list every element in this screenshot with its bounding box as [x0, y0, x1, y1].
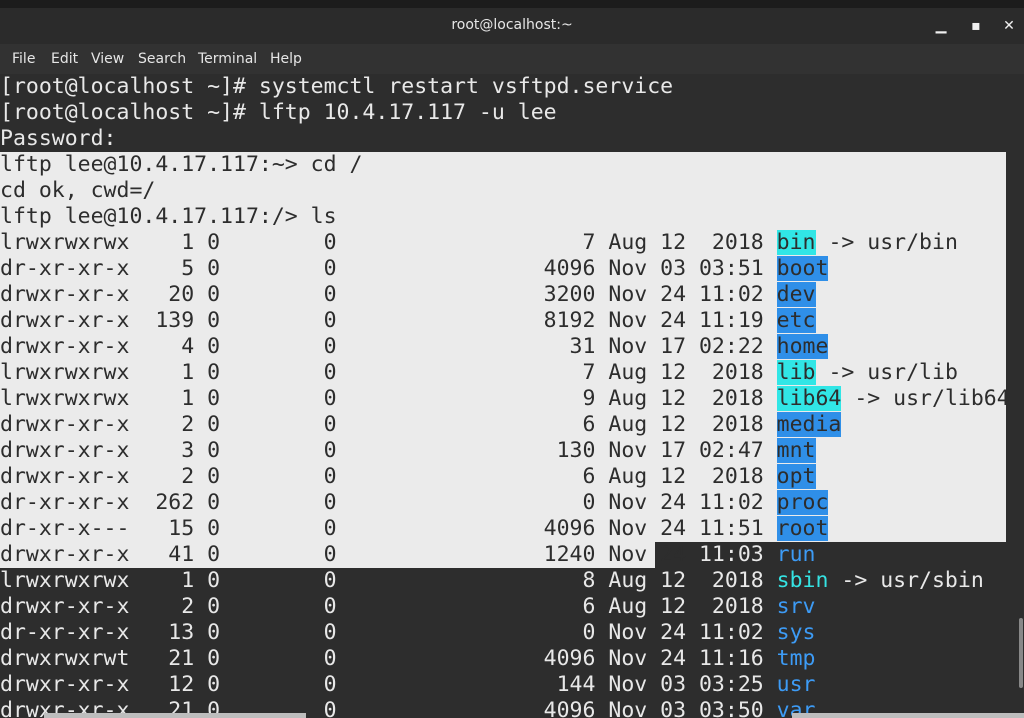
horizontal-scrollbar-thumb[interactable] [44, 713, 306, 718]
terminal-line: lrwxrwxrwx 1 0 0 7 Aug 12 2018 lib -> us… [0, 360, 1018, 386]
terminal-line: cd ok, cwd=/ [0, 178, 1018, 204]
vertical-scrollbar-thumb[interactable] [1019, 618, 1023, 688]
line-text: [root@localhost ~]# lftp 10.4.17.117 -u … [0, 100, 557, 125]
symlink-target: -> usr/lib [815, 360, 958, 385]
symlink-name: bin [776, 230, 816, 255]
terminal-line: drwxr-xr-x 2 0 0 6 Aug 12 2018 srv [0, 594, 1018, 620]
terminal-line: lrwxrwxrwx 1 0 0 9 Aug 12 2018 lib64 -> … [0, 386, 1018, 412]
symlink-name: lib [776, 360, 816, 385]
directory-name: boot [776, 256, 829, 281]
terminal-line: dr-xr-x--- 15 0 0 4096 Nov 24 11:51 root [0, 516, 1018, 542]
line-text: drwxrwxrwt 21 0 0 4096 Nov 24 11:16 [0, 646, 777, 671]
menu-bar: File Edit View Search Terminal Help [0, 44, 1024, 74]
menu-search[interactable]: Search [138, 51, 186, 67]
line-text: lftp lee@10.4.17.117:~> cd / [0, 152, 363, 177]
terminal-line: drwxr-xr-x 41 0 0 1240 Nov 24 11:03 run [0, 542, 1018, 568]
line-text: drwxr-xr-x 2 0 0 6 Aug 12 2018 [0, 412, 777, 437]
window-titlebar[interactable]: root@localhost:~ ▁ ▪ ✕ [0, 8, 1024, 44]
directory-name: usr [776, 672, 816, 697]
line-text: dr-xr-xr-x 5 0 0 4096 Nov 03 03:51 [0, 256, 777, 281]
menu-help[interactable]: Help [270, 51, 302, 67]
terminal-line: [root@localhost ~]# systemctl restart vs… [0, 74, 1018, 100]
line-text: lftp lee@10.4.17.117:/> ls [0, 204, 337, 229]
directory-name: dev [776, 282, 816, 307]
terminal-line: dr-xr-xr-x 262 0 0 0 Nov 24 11:02 proc [0, 490, 1018, 516]
directory-name: media [776, 412, 842, 437]
symlink-target: -> usr/bin [815, 230, 958, 255]
line-text: drwxr-xr-x 2 0 0 6 Aug 12 2018 [0, 464, 777, 489]
desktop-top-panel [0, 0, 1024, 8]
directory-name: etc [776, 308, 816, 333]
terminal-line: drwxr-xr-x 3 0 0 130 Nov 17 02:47 mnt [0, 438, 1018, 464]
line-text: lrwxrwxrwx 1 0 0 7 Aug 12 2018 [0, 360, 777, 385]
minimize-icon[interactable]: ▁ [930, 16, 952, 36]
terminal-line: Password: [0, 126, 1018, 152]
symlink-target: -> usr/lib64 [841, 386, 1010, 411]
line-text: dr-xr-xr-x 262 0 0 0 Nov 24 11:02 [0, 490, 777, 515]
terminal-line: lrwxrwxrwx 1 0 0 7 Aug 12 2018 bin -> us… [0, 230, 1018, 256]
directory-name: srv [776, 594, 816, 619]
window-title: root@localhost:~ [451, 17, 573, 33]
line-text: lrwxrwxrwx 1 0 0 9 Aug 12 2018 [0, 386, 777, 411]
line-text: dr-xr-x--- 15 0 0 4096 Nov 24 11:51 [0, 516, 777, 541]
line-text: drwxr-xr-x 139 0 0 8192 Nov 24 11:19 [0, 308, 777, 333]
directory-name: home [776, 334, 829, 359]
line-text: lrwxrwxrwx 1 0 0 8 Aug 12 2018 [0, 568, 777, 593]
line-text: drwxr-xr-x 20 0 0 3200 Nov 24 11:02 [0, 282, 777, 307]
line-text: [root@localhost ~]# systemctl restart vs… [0, 74, 674, 99]
line-text: lrwxrwxrwx 1 0 0 7 Aug 12 2018 [0, 230, 777, 255]
close-icon[interactable]: ✕ [998, 16, 1020, 36]
terminal-line: drwxr-xr-x 2 0 0 6 Aug 12 2018 opt [0, 464, 1018, 490]
symlink-name: lib64 [776, 386, 842, 411]
terminal-line: [root@localhost ~]# lftp 10.4.17.117 -u … [0, 100, 1018, 126]
directory-name: mnt [776, 438, 816, 463]
menu-file[interactable]: File [12, 51, 35, 67]
terminal-output[interactable]: [root@localhost ~]# systemctl restart vs… [0, 74, 1018, 718]
directory-name: sys [776, 620, 816, 645]
terminal-line: lftp lee@10.4.17.117:~> cd / [0, 152, 1018, 178]
maximize-icon[interactable]: ▪ [965, 16, 987, 36]
directory-name: opt [776, 464, 816, 489]
horizontal-scrollbar-track [792, 713, 1024, 718]
line-text: drwxr-xr-x 3 0 0 130 Nov 17 02:47 [0, 438, 777, 463]
terminal-line: drwxr-xr-x 20 0 0 3200 Nov 24 11:02 dev [0, 282, 1018, 308]
line-text: drwxr-xr-x 4 0 0 31 Nov 17 02:22 [0, 334, 777, 359]
line-text: drwxr-xr-x 2 0 0 6 Aug 12 2018 [0, 594, 777, 619]
symlink-target: -> usr/sbin [828, 568, 984, 593]
terminal-line: lrwxrwxrwx 1 0 0 8 Aug 12 2018 sbin -> u… [0, 568, 1018, 594]
terminal-line: lftp lee@10.4.17.117:/> ls [0, 204, 1018, 230]
line-text: cd ok, cwd=/ [0, 178, 156, 203]
line-text: dr-xr-xr-x 13 0 0 0 Nov 24 11:02 [0, 620, 777, 645]
terminal-line: drwxr-xr-x 4 0 0 31 Nov 17 02:22 home [0, 334, 1018, 360]
directory-name: tmp [776, 646, 816, 671]
symlink-name: sbin [776, 568, 829, 593]
directory-name: run [776, 542, 816, 567]
menu-edit[interactable]: Edit [51, 51, 78, 67]
menu-terminal[interactable]: Terminal [198, 51, 257, 67]
line-text: drwxr-xr-x 12 0 0 144 Nov 03 03:25 [0, 672, 777, 697]
line-text: Password: [0, 126, 117, 151]
terminal-line: drwxr-xr-x 139 0 0 8192 Nov 24 11:19 etc [0, 308, 1018, 334]
directory-name: proc [776, 490, 829, 515]
terminal-line: drwxrwxrwt 21 0 0 4096 Nov 24 11:16 tmp [0, 646, 1018, 672]
terminal-line: drwxr-xr-x 2 0 0 6 Aug 12 2018 media [0, 412, 1018, 438]
line-text-tail: 11:03 [698, 542, 777, 567]
menu-view[interactable]: View [91, 51, 124, 67]
terminal-line: dr-xr-xr-x 13 0 0 0 Nov 24 11:02 sys [0, 620, 1018, 646]
terminal-line: drwxr-xr-x 12 0 0 144 Nov 03 03:25 usr [0, 672, 1018, 698]
terminal-line: dr-xr-xr-x 5 0 0 4096 Nov 03 03:51 boot [0, 256, 1018, 282]
directory-name: root [776, 516, 829, 541]
line-text: drwxr-xr-x 41 0 0 1240 Nov 24 [0, 542, 699, 567]
